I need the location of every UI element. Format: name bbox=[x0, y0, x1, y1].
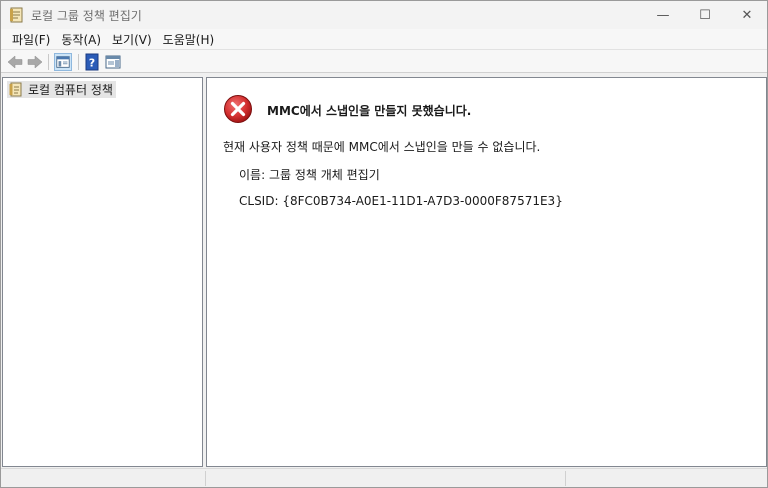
policy-document-icon bbox=[9, 82, 22, 97]
menu-bar: 파일(F) 동작(A) 보기(V) 도움말(H) bbox=[1, 29, 767, 49]
toolbar-separator bbox=[78, 54, 79, 70]
help-icon[interactable]: ? bbox=[83, 53, 101, 71]
maximize-button[interactable]: ☐ bbox=[683, 1, 727, 29]
show-hide-action-pane-icon[interactable] bbox=[104, 53, 122, 71]
window-title: 로컬 그룹 정책 편집기 bbox=[31, 9, 142, 23]
close-button[interactable]: ✕ bbox=[725, 1, 768, 29]
minimize-icon: — bbox=[656, 7, 670, 23]
back-arrow-icon[interactable] bbox=[6, 53, 24, 71]
menu-file[interactable]: 파일(F) bbox=[7, 31, 55, 48]
error-description: 현재 사용자 정책 때문에 MMC에서 스냅인을 만들 수 없습니다. bbox=[223, 140, 541, 154]
minimize-button[interactable]: — bbox=[641, 1, 685, 29]
status-bar bbox=[1, 468, 767, 487]
tree-item-label: 로컬 컴퓨터 정책 bbox=[28, 83, 113, 97]
result-pane: MMC에서 스냅인을 만들지 못했습니다. 현재 사용자 정책 때문에 MMC에… bbox=[206, 77, 767, 467]
error-clsid: CLSID: {8FC0B734-A0E1-11D1-A7D3-0000F875… bbox=[239, 194, 563, 208]
mmc-window: 로컬 그룹 정책 편집기 — ☐ ✕ 파일(F) 동작(A) 보기(V) 도움말… bbox=[0, 0, 768, 488]
title-bar[interactable]: 로컬 그룹 정책 편집기 — ☐ ✕ bbox=[1, 1, 767, 29]
error-icon bbox=[224, 95, 252, 123]
menu-view[interactable]: 보기(V) bbox=[107, 31, 157, 48]
gpedit-app-icon bbox=[10, 7, 23, 23]
error-title: MMC에서 스냅인을 만들지 못했습니다. bbox=[267, 104, 472, 118]
status-divider bbox=[565, 471, 566, 486]
show-hide-console-tree-icon[interactable] bbox=[54, 53, 72, 71]
toolbar: ? bbox=[1, 49, 767, 73]
forward-arrow-icon[interactable] bbox=[26, 53, 44, 71]
toolbar-separator bbox=[48, 54, 49, 70]
svg-text:?: ? bbox=[89, 57, 95, 70]
status-divider bbox=[205, 471, 206, 486]
maximize-icon: ☐ bbox=[699, 7, 711, 23]
menu-action[interactable]: 동작(A) bbox=[56, 31, 106, 48]
tree-item-local-computer-policy[interactable]: 로컬 컴퓨터 정책 bbox=[7, 81, 116, 98]
menu-help[interactable]: 도움말(H) bbox=[158, 31, 220, 48]
error-snapin-name: 이름: 그룹 정책 개체 편집기 bbox=[239, 168, 380, 182]
close-icon: ✕ bbox=[741, 7, 753, 23]
console-tree-pane: 로컬 컴퓨터 정책 bbox=[2, 77, 203, 467]
